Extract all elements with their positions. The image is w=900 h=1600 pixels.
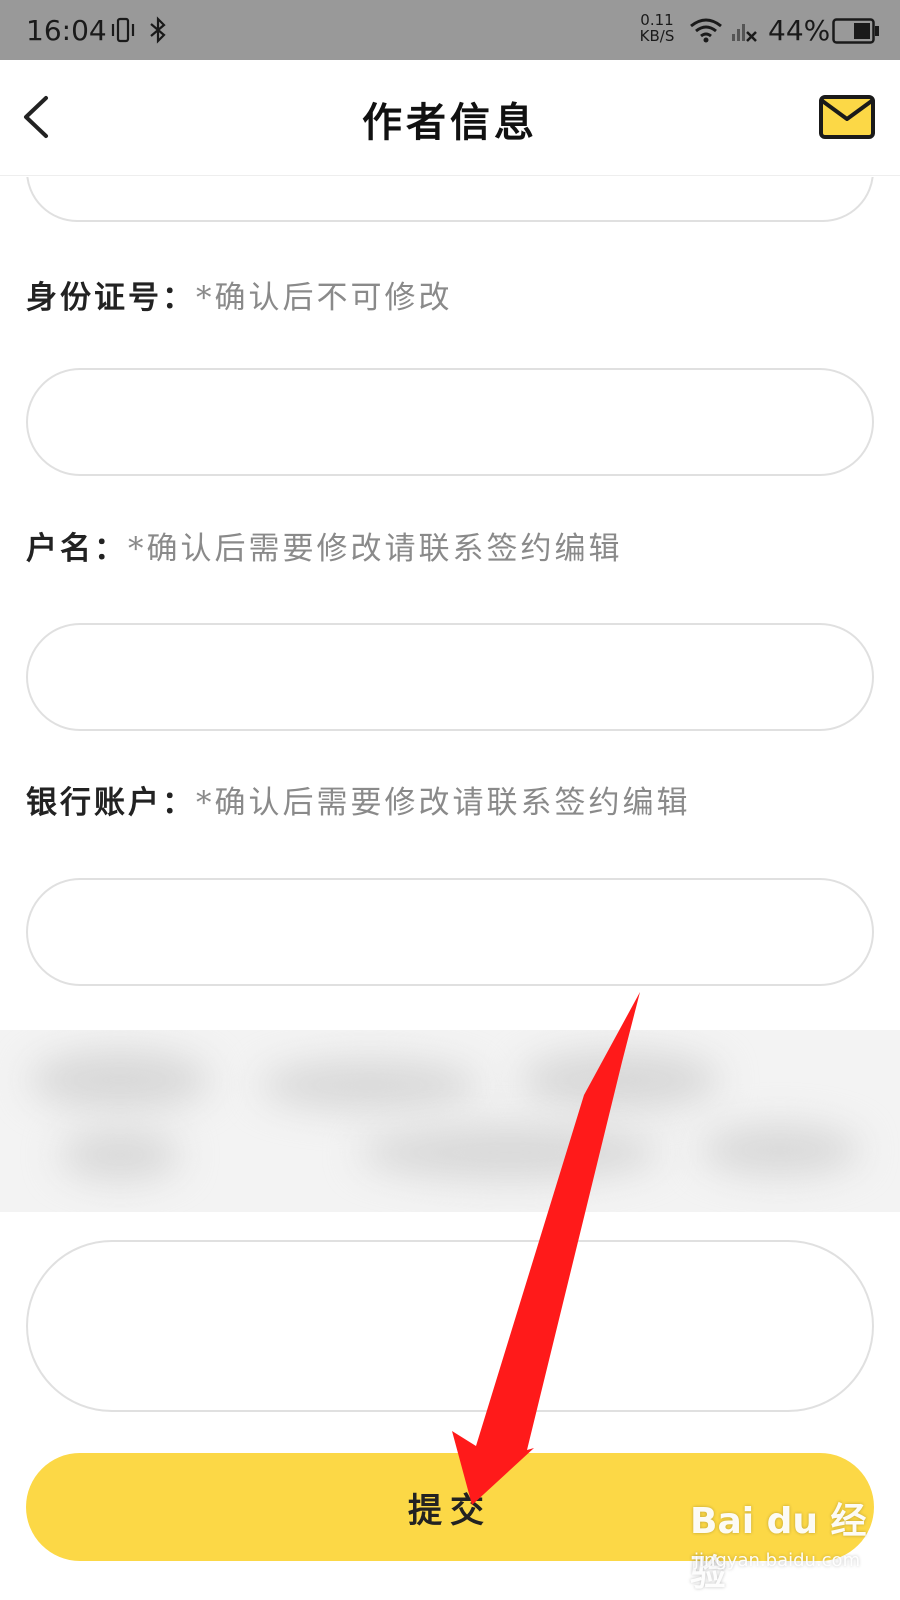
page-title: 作者信息	[362, 99, 538, 146]
net-speed: 0.11 KB/S	[636, 12, 678, 44]
account-name-field[interactable]	[26, 623, 874, 731]
net-speed-value: 0.11	[640, 11, 674, 29]
status-time: 16:04	[26, 14, 107, 47]
form-scroll-area[interactable]: 身份证号：*确认后不可修改 户名：*确认后需要修改请联系签约编辑 银行账户：*确…	[0, 177, 900, 1600]
id-number-note: *确认后不可修改	[196, 280, 453, 316]
vibrate-icon	[111, 17, 135, 43]
previous-field-input[interactable]	[26, 177, 874, 222]
account-name-input[interactable]	[28, 625, 872, 729]
bank-account-input[interactable]	[28, 880, 872, 984]
bank-account-label-text: 银行账户：	[26, 785, 196, 821]
id-number-field[interactable]	[26, 368, 874, 476]
battery-icon	[832, 18, 879, 44]
id-number-input[interactable]	[28, 370, 872, 474]
mail-button[interactable]	[818, 94, 876, 140]
address-textarea[interactable]	[28, 1242, 872, 1410]
account-name-label: 户名：*确认后需要修改请联系签约编辑	[26, 523, 623, 568]
nav-bar: 作者信息	[0, 60, 900, 176]
id-number-label-text: 身份证号：	[26, 280, 196, 316]
bank-account-note: *确认后需要修改请联系签约编辑	[196, 785, 691, 821]
battery-percent: 44%	[768, 14, 831, 47]
signal-icon	[732, 24, 757, 42]
account-name-note: *确认后需要修改请联系签约编辑	[128, 531, 623, 567]
net-speed-unit: KB/S	[639, 27, 675, 45]
account-name-label-text: 户名：	[26, 531, 128, 567]
blurred-region	[0, 1030, 900, 1212]
bank-account-label: 银行账户：*确认后需要修改请联系签约编辑	[26, 777, 691, 822]
address-field[interactable]	[26, 1240, 874, 1412]
bluetooth-icon	[150, 16, 166, 44]
watermark-sub: jingyan.baidu.com	[694, 1550, 861, 1571]
bank-account-field[interactable]	[26, 878, 874, 986]
id-number-label: 身份证号：*确认后不可修改	[26, 272, 453, 317]
baidu-watermark: Bai du 经验 jingyan.baidu.com	[690, 1492, 890, 1594]
status-bar: 16:04 0.11 KB/S 44%	[0, 0, 900, 60]
watermark-main: Bai du 经验	[690, 1501, 867, 1594]
mail-icon	[819, 95, 875, 139]
wifi-icon	[690, 18, 722, 43]
